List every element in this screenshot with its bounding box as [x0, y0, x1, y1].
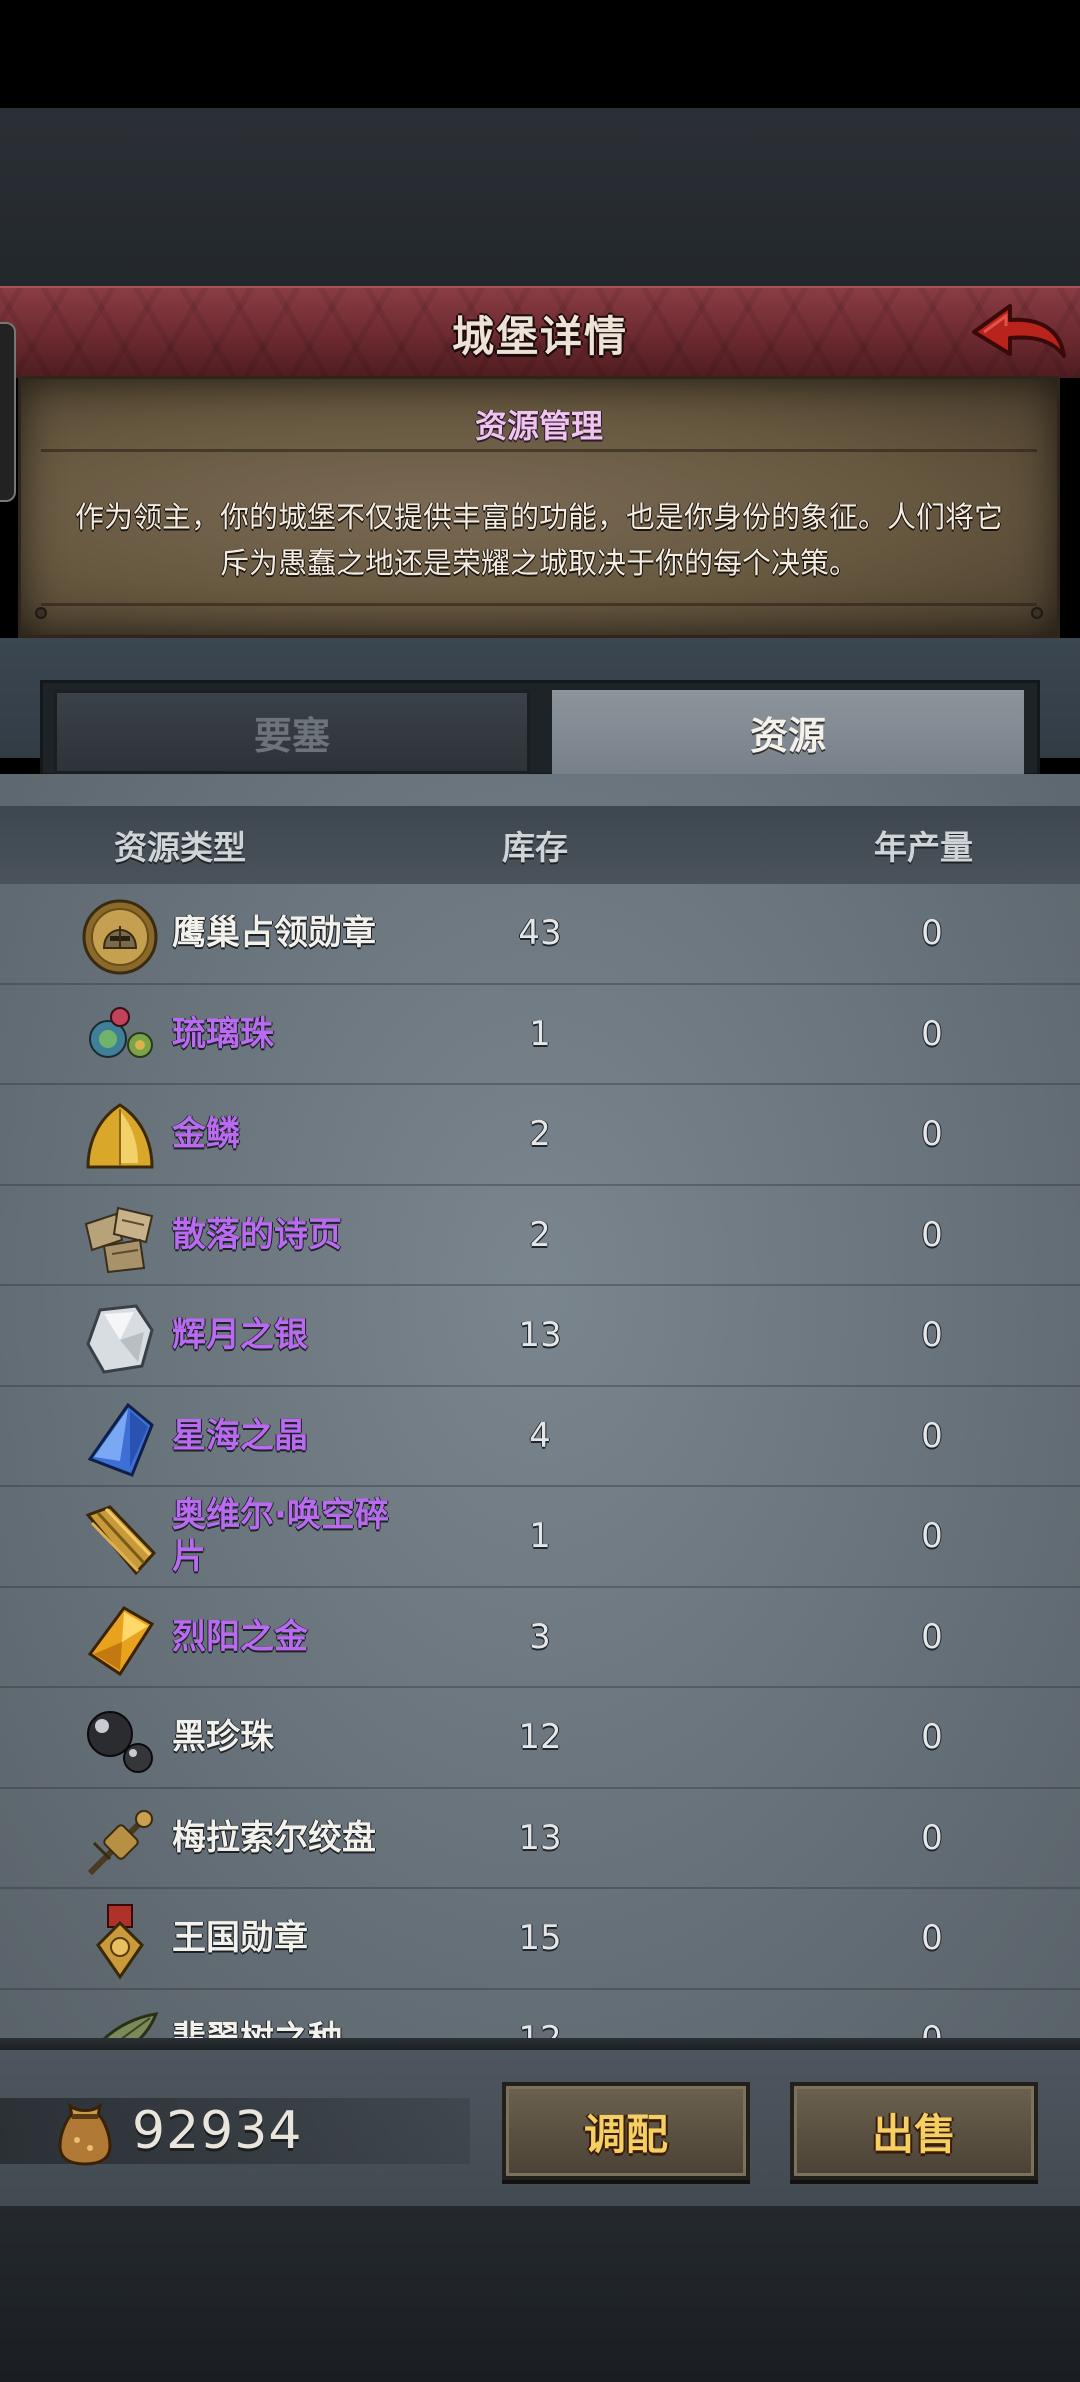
- medal-helmet-icon: [82, 899, 158, 975]
- resource-name: 鹰巢占领勋章: [172, 913, 376, 954]
- table-row[interactable]: 辉月之银 13 0: [0, 1286, 1080, 1387]
- resource-stock: 3: [529, 1616, 551, 1657]
- table-row[interactable]: 烈阳之金 3 0: [0, 1588, 1080, 1688]
- resource-list[interactable]: 鹰巢占领勋章 43 0 琉璃珠 1 0 金鳞 2 0 散落的诗页 2 0 辉月之…: [0, 884, 1080, 2044]
- intro-panel: 资源管理 作为领主，你的城堡不仅提供丰富的功能，也是你身份的象征。人们将它斥为愚…: [18, 376, 1060, 638]
- kingdom-medal-icon: [96, 1904, 144, 1980]
- resource-name: 黑珍珠: [172, 1717, 274, 1758]
- table-row[interactable]: 散落的诗页 2 0: [0, 1186, 1080, 1286]
- resource-stock: 13: [518, 1315, 562, 1356]
- adjust-button[interactable]: 调配: [502, 2082, 750, 2180]
- table-row[interactable]: 梅拉索尔绞盘 13 0: [0, 1789, 1080, 1889]
- moon-silver-icon: [86, 1304, 154, 1374]
- resource-stock: 1: [529, 1013, 551, 1054]
- resource-name: 散落的诗页: [172, 1214, 342, 1255]
- resource-yearly: 0: [921, 913, 943, 954]
- resource-yearly: 0: [921, 1616, 943, 1657]
- resource-yearly: 0: [921, 1315, 943, 1356]
- resource-stock: 12: [518, 1717, 562, 1758]
- resource-yearly: 0: [921, 1918, 943, 1959]
- winch-icon: [87, 1809, 153, 1875]
- tab-resources[interactable]: 资源: [552, 690, 1024, 774]
- resource-name: 王国勋章: [172, 1918, 308, 1959]
- intro-description: 作为领主，你的城堡不仅提供丰富的功能，也是你身份的象征。人们将它斥为愚蠢之地还是…: [74, 500, 1003, 580]
- resource-stock: 12: [518, 2018, 562, 2044]
- divider: [41, 603, 1037, 606]
- resource-name: 梅拉索尔绞盘: [172, 1817, 376, 1858]
- resource-yearly: 0: [921, 2018, 943, 2044]
- resource-stock: 15: [518, 1918, 562, 1959]
- table-row[interactable]: 琉璃珠 1 0: [0, 985, 1080, 1085]
- bottom-background: [0, 2206, 1080, 2382]
- rivet: [1031, 607, 1043, 619]
- shard-icon: [85, 1505, 157, 1576]
- table-row[interactable]: 金鳞 2 0: [0, 1085, 1080, 1186]
- star-crystal-icon: [87, 1402, 154, 1477]
- header-resource-type: 资源类型: [114, 828, 246, 867]
- resource-name: 琉璃珠: [172, 1013, 274, 1054]
- table-row[interactable]: 鹰巢占领勋章 43 0: [0, 884, 1080, 985]
- resource-stock: 2: [529, 1114, 551, 1155]
- resource-yearly: 0: [921, 1214, 943, 1255]
- grain-sack-icon: [58, 2102, 112, 2166]
- resource-stock: 4: [529, 1415, 551, 1456]
- resource-stock: 1: [529, 1516, 551, 1557]
- resource-yearly: 0: [921, 1013, 943, 1054]
- header-stock: 库存: [502, 828, 568, 867]
- table-row[interactable]: 翡翠树之种 12 0: [0, 1990, 1080, 2044]
- resource-name: 翡翠树之种: [172, 2018, 342, 2044]
- resource-stock: 43: [518, 913, 562, 954]
- divider: [41, 449, 1037, 452]
- table-header: 资源类型 库存 年产量: [0, 806, 1080, 884]
- gold-scale-icon: [86, 1103, 154, 1169]
- scattered-pages-icon: [84, 1206, 154, 1273]
- back-arrow-icon[interactable]: [968, 296, 1068, 370]
- sun-gold-icon: [87, 1605, 155, 1676]
- currency-value: 92934: [132, 2101, 303, 2161]
- resource-stock: 2: [529, 1214, 551, 1255]
- table-row[interactable]: 王国勋章 15 0: [0, 1889, 1080, 1990]
- rivet: [35, 607, 47, 619]
- tab-fortress[interactable]: 要塞: [54, 690, 530, 774]
- resource-name: 烈阳之金: [172, 1616, 308, 1657]
- table-row[interactable]: 星海之晶 4 0: [0, 1387, 1080, 1487]
- resource-yearly: 0: [921, 1817, 943, 1858]
- resource-yearly: 0: [921, 1717, 943, 1758]
- resource-name: 辉月之银: [172, 1315, 308, 1356]
- header-yearly: 年产量: [874, 828, 973, 867]
- resource-yearly: 0: [921, 1516, 943, 1557]
- title-bar: 城堡详情: [0, 286, 1080, 378]
- sell-button[interactable]: 出售: [790, 2082, 1038, 2180]
- resource-name: 星海之晶: [172, 1415, 308, 1456]
- resource-name: 奥维尔·唤空碎片: [172, 1495, 389, 1578]
- status-bar: [0, 0, 1080, 108]
- glass-beads-icon: [89, 1006, 153, 1058]
- resource-stock: 13: [518, 1817, 562, 1858]
- resource-yearly: 0: [921, 1114, 943, 1155]
- black-pearl-icon: [87, 1711, 153, 1773]
- table-row[interactable]: 奥维尔·唤空碎片 1 0: [0, 1487, 1080, 1588]
- side-drawer-handle[interactable]: [0, 322, 16, 502]
- header-background: [0, 108, 1080, 288]
- resource-yearly: 0: [921, 1415, 943, 1456]
- resource-name: 金鳞: [172, 1114, 240, 1155]
- page-title: 城堡详情: [451, 311, 628, 361]
- intro-title: 资源管理: [474, 407, 603, 445]
- table-row[interactable]: 黑珍珠 12 0: [0, 1688, 1080, 1789]
